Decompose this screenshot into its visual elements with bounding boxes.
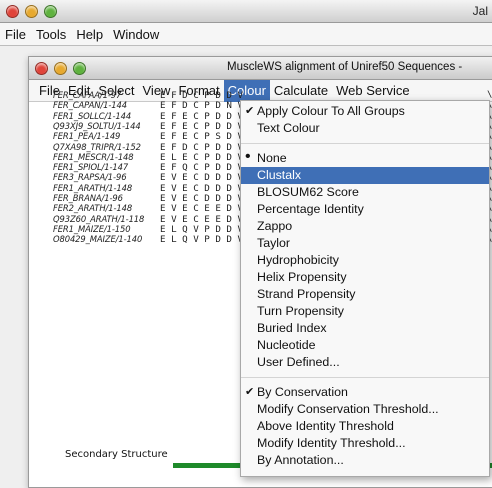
outer-menu-tools[interactable]: Tools <box>31 27 71 42</box>
menu-item-label: Percentage Identity <box>257 202 364 216</box>
menu-item-label: By Conservation <box>257 385 348 399</box>
sequence-name[interactable]: FER2_ARATH/1-148 <box>53 203 132 213</box>
sequence-name[interactable]: FER3_RAPSA/1-96 <box>53 172 127 182</box>
menu-item-label: By Annotation... <box>257 453 344 467</box>
menu-item-label: Apply Colour To All Groups <box>257 104 405 118</box>
menu-item-blosum62-score[interactable]: BLOSUM62 Score <box>241 184 489 201</box>
close-icon[interactable] <box>35 62 48 75</box>
minimize-icon[interactable] <box>25 5 38 18</box>
menu-item-label: Nucleotide <box>257 338 316 352</box>
sequence-residues[interactable]: E L Q V P D D V <box>160 234 243 245</box>
menu-item-modify-identity-threshold[interactable]: Modify Identity Threshold... <box>241 435 489 452</box>
sequence-name[interactable]: Q93Z60_ARATH/1-118 <box>53 214 144 224</box>
menu-item-helix-propensity[interactable]: Helix Propensity <box>241 269 489 286</box>
menu-item-label: Zappo <box>257 219 293 233</box>
menu-item-none[interactable]: • None <box>241 148 489 167</box>
sequence-name[interactable]: Q93XJ9_SOLTU/1-144 <box>53 121 141 131</box>
menu-item-strand-propensity[interactable]: Strand Propensity <box>241 286 489 303</box>
menu-item-label: Above Identity Threshold <box>257 419 394 433</box>
alignment-window-controls <box>35 62 86 75</box>
menu-item-label: Modify Identity Threshold... <box>257 436 406 450</box>
menu-item-by-conservation[interactable]: ✔ By Conservation <box>241 384 489 401</box>
menu-item-label: Modify Conservation Threshold... <box>257 402 439 416</box>
radio-bullet-icon: • <box>245 148 251 165</box>
outer-menu-window[interactable]: Window <box>108 27 164 42</box>
menu-item-percentage-identity[interactable]: Percentage Identity <box>241 201 489 218</box>
sequence-name[interactable]: FER_CAPAN/1-144 <box>53 100 127 110</box>
menu-item-label: Buried Index <box>257 321 327 335</box>
sequence-residues-cut: \C <box>487 90 492 100</box>
menu-item-label: Taylor <box>257 236 291 250</box>
outer-window-controls <box>6 5 57 18</box>
menu-item-modify-conservation-threshold[interactable]: Modify Conservation Threshold... <box>241 401 489 418</box>
outer-menubar: File Tools Help Window <box>0 23 492 46</box>
menu-item-nucleotide[interactable]: Nucleotide <box>241 337 489 354</box>
menu-item-hydrophobicity[interactable]: Hydrophobicity <box>241 252 489 269</box>
sequence-name[interactable]: FER1_ARATH/1-148 <box>53 183 132 193</box>
menu-item-label: None <box>257 151 287 165</box>
menu-item-buried-index[interactable]: Buried Index <box>241 320 489 337</box>
zoom-icon[interactable] <box>44 5 57 18</box>
outer-window-title: Jal <box>472 4 488 18</box>
sequence-name[interactable]: FER_BRANA/1-96 <box>53 193 123 203</box>
menu-item-turn-propensity[interactable]: Turn Propensity <box>241 303 489 320</box>
checkmark-icon: ✔ <box>245 105 255 117</box>
menu-item-text-colour[interactable]: Text Colour <box>241 120 489 137</box>
menu-separator <box>241 143 489 144</box>
sequence-name[interactable]: FER1_MESCR/1-148 <box>53 152 134 162</box>
menu-item-label: BLOSUM62 Score <box>257 185 359 199</box>
menu-item-label: Helix Propensity <box>257 270 347 284</box>
menu-item-by-annotation[interactable]: By Annotation... <box>241 452 489 469</box>
sequence-name[interactable]: FER1_PEA/1-149 <box>53 131 120 141</box>
alignment-window-titlebar: MuscleWS alignment of Uniref50 Sequences… <box>29 57 492 80</box>
outer-menu-file[interactable]: File <box>0 27 31 42</box>
sequence-name[interactable]: FER_CAPAA/1-97 <box>53 90 121 100</box>
menu-item-label: Strand Propensity <box>257 287 356 301</box>
close-icon[interactable] <box>6 5 19 18</box>
outer-window-titlebar: Jal <box>0 0 492 23</box>
sequence-name[interactable]: FER1_SPIOL/1-147 <box>53 162 128 172</box>
menu-item-clustalx[interactable]: Clustalx <box>241 167 489 184</box>
menu-item-label: Text Colour <box>257 121 320 135</box>
sequence-name[interactable]: FER1_SOLLC/1-144 <box>53 111 131 121</box>
checkmark-icon: ✔ <box>245 386 255 398</box>
secondary-structure-label: Secondary Structure <box>65 449 168 460</box>
zoom-icon[interactable] <box>73 62 86 75</box>
menu-item-label: Turn Propensity <box>257 304 345 318</box>
menu-item-taylor[interactable]: Taylor <box>241 235 489 252</box>
colour-menu-dropdown: ✔ Apply Colour To All Groups Text Colour • N… <box>240 100 490 477</box>
menu-web-service[interactable]: Web Service <box>332 80 413 102</box>
alignment-window-title: MuscleWS alignment of Uniref50 Sequences… <box>227 61 463 73</box>
sequence-name[interactable]: O80429_MAIZE/1-140 <box>53 234 142 244</box>
menu-item-label: Clustalx <box>257 168 302 182</box>
sequence-name[interactable]: Q7XA98_TRIPR/1-152 <box>53 142 141 152</box>
minimize-icon[interactable] <box>54 62 67 75</box>
menu-calculate[interactable]: Calculate <box>270 80 332 102</box>
menu-separator <box>241 377 489 378</box>
menu-item-above-identity-threshold[interactable]: Above Identity Threshold <box>241 418 489 435</box>
menu-item-user-defined[interactable]: User Defined... <box>241 354 489 371</box>
menu-item-zappo[interactable]: Zappo <box>241 218 489 235</box>
menu-item-apply-colour-to-all-groups[interactable]: ✔ Apply Colour To All Groups <box>241 103 489 120</box>
outer-menu-help[interactable]: Help <box>71 27 108 42</box>
sequence-name[interactable]: FER1_MAIZE/1-150 <box>53 224 131 234</box>
menu-item-label: User Defined... <box>257 355 340 369</box>
menu-item-label: Hydrophobicity <box>257 253 339 267</box>
